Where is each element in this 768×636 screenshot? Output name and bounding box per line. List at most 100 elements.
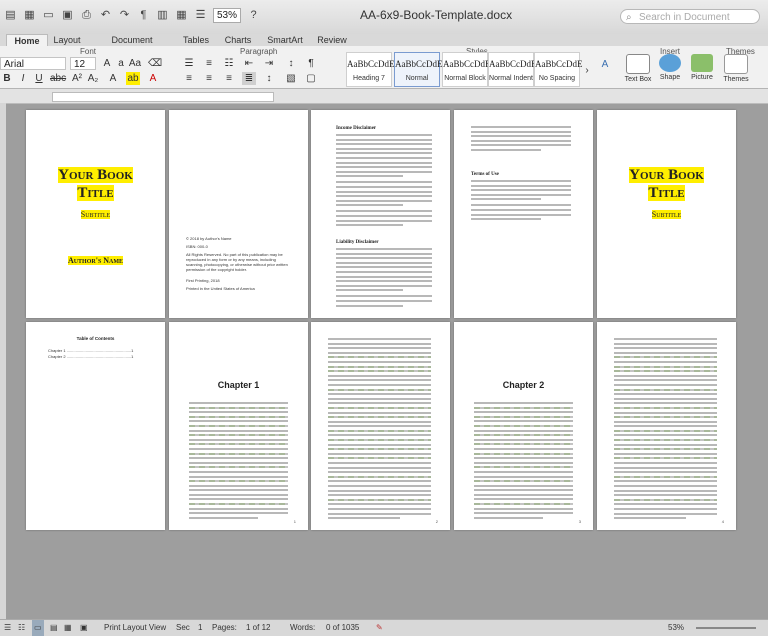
status-bar: ☰ ☷ ▭ ▤ ▦ ▣ Print Layout View Sec 1 Page… [0, 619, 768, 636]
decrease-indent-icon[interactable]: ⇤ [242, 57, 256, 70]
view-name: Print Layout View [104, 623, 167, 632]
author-name: Author's Name [67, 256, 124, 265]
book-title-line1: Your Book [629, 167, 704, 183]
undo-icon[interactable]: ↶ [99, 9, 112, 22]
show-marks-icon[interactable]: ¶ [304, 57, 318, 70]
shrink-font-icon[interactable]: a [114, 57, 128, 70]
isbn-line: ISBN: 000-0 [186, 244, 208, 249]
paragraph-marks-icon[interactable]: ¶ [137, 9, 150, 22]
book-title-line2: Title [77, 185, 114, 201]
zoom-field[interactable]: 53% [213, 8, 242, 23]
bold-icon[interactable]: B [0, 72, 14, 85]
page-title-repeat[interactable]: Your Book Title Subtitle [597, 110, 736, 318]
page-toc[interactable]: Table of Contents Chapter 1 ............… [26, 322, 165, 530]
insert-text-box[interactable]: Text Box [624, 54, 652, 83]
style-normal-block[interactable]: AaBbCcDdE Normal Block [442, 52, 491, 87]
print-layout-view-icon[interactable]: ▭ [32, 620, 44, 636]
highlight-icon[interactable]: ab [126, 72, 140, 85]
sidebar-icon[interactable]: ▤ [4, 9, 17, 22]
shading-icon[interactable]: ▧ [284, 72, 298, 85]
insert-label: Text Box [624, 76, 652, 83]
tab-document-elements[interactable]: Document Elements [92, 34, 172, 57]
liability-disclaimer-heading: Liability Disclaimer [336, 240, 379, 245]
sort-icon[interactable]: ↕ [284, 57, 298, 70]
print-icon[interactable]: ⎙ [80, 9, 93, 22]
horizontal-ruler[interactable] [0, 89, 768, 104]
tab-layout[interactable]: Layout [50, 34, 84, 46]
tab-charts[interactable]: Charts [220, 34, 256, 46]
font-color-icon[interactable]: A [146, 72, 160, 85]
bullets-icon[interactable]: ☰ [182, 57, 196, 70]
vertical-ruler[interactable] [0, 103, 6, 619]
toc-entry-1[interactable]: Chapter 1 ..............................… [48, 348, 133, 353]
text-effects-icon[interactable]: A [106, 72, 120, 85]
strikethrough-icon[interactable]: abc [50, 72, 66, 85]
save-icon[interactable]: ▣ [61, 9, 74, 22]
style-name: Normal [405, 75, 429, 82]
page-chapter-1[interactable]: Chapter 1 1 [169, 322, 308, 530]
subscript-icon[interactable]: A₂ [86, 72, 100, 85]
book-subtitle: Subtitle [651, 210, 682, 219]
page-title[interactable]: Your Book Title Subtitle Author's Name [26, 110, 165, 318]
publishing-view-icon[interactable]: ▦ [64, 620, 72, 636]
outline-view-icon[interactable]: ☷ [18, 620, 25, 636]
underline-icon[interactable]: U [32, 72, 46, 85]
toc-entry-2[interactable]: Chapter 2 ..............................… [48, 354, 133, 359]
superscript-icon[interactable]: A² [70, 72, 84, 85]
page-chapter-1-text[interactable]: 2 [311, 322, 450, 530]
copyright-line: © 2018 by Author's Name [186, 236, 232, 241]
words-label: Words: [290, 623, 316, 632]
themes-button[interactable]: Themes [722, 54, 750, 83]
focus-view-icon[interactable]: ▣ [80, 620, 88, 636]
open-icon[interactable]: ▭ [42, 9, 55, 22]
sidebar-toggle-icon[interactable]: ▥ [156, 9, 169, 22]
tab-review[interactable]: Review [314, 34, 350, 46]
page-number: 3 [578, 519, 581, 524]
table-icon[interactable]: ▦ [175, 9, 188, 22]
align-center-icon[interactable]: ≡ [202, 72, 216, 85]
redo-icon[interactable]: ↷ [118, 9, 131, 22]
spelling-icon[interactable]: ✎ [376, 620, 383, 636]
draft-view-icon[interactable]: ☰ [4, 620, 11, 636]
page-chapter-2[interactable]: Chapter 2 3 [454, 322, 593, 530]
style-name: Normal Block [444, 75, 486, 82]
multilevel-icon[interactable]: ☷ [222, 57, 236, 70]
styles-pane-icon[interactable]: A [598, 58, 612, 71]
align-left-icon[interactable]: ≡ [182, 72, 196, 85]
zoom-slider[interactable] [696, 627, 756, 629]
style-no-spacing[interactable]: AaBbCcDdE No Spacing [534, 52, 583, 87]
page-terms[interactable]: Terms of Use [454, 110, 593, 318]
search-input[interactable]: ⌕ Search in Document [620, 9, 760, 24]
insert-shape[interactable]: Shape [656, 54, 684, 81]
font-size-select[interactable]: 12 [70, 57, 96, 70]
tab-smartart[interactable]: SmartArt [262, 34, 308, 46]
notebook-view-icon[interactable]: ▤ [50, 620, 58, 636]
section-value: 1 [198, 623, 203, 632]
book-title-line2: Title [648, 185, 685, 201]
italic-icon[interactable]: I [16, 72, 30, 85]
help-icon[interactable]: ? [247, 9, 260, 22]
style-heading-7[interactable]: AaBbCcDdE Heading 7 [346, 52, 395, 87]
justify-icon[interactable]: ≣ [242, 72, 256, 85]
increase-indent-icon[interactable]: ⇥ [262, 57, 276, 70]
styles-scroll-icon[interactable]: › [580, 64, 594, 77]
page-chapter-2-text[interactable]: 4 [597, 322, 736, 530]
tab-tables[interactable]: Tables [178, 34, 214, 46]
line-spacing-icon[interactable]: ↕ [262, 72, 276, 85]
body-text [189, 402, 288, 521]
new-document-icon[interactable]: ▦ [23, 9, 36, 22]
page-disclaimer[interactable]: Income Disclaimer Liability Disclaimer [311, 110, 450, 318]
grow-font-icon[interactable]: A [100, 57, 114, 70]
style-normal-indent[interactable]: AaBbCcDdE Normal Indent [488, 52, 537, 87]
style-normal[interactable]: AaBbCcDdE Normal [394, 52, 443, 87]
quick-access-toolbar: ▤ ▦ ▭ ▣ ⎙ ↶ ↷ ¶ ▥ ▦ ☰ 53% ? [4, 8, 260, 23]
align-right-icon[interactable]: ≡ [222, 72, 236, 85]
change-case-icon[interactable]: Aa [128, 57, 142, 70]
clear-format-icon[interactable]: ⌫ [148, 57, 162, 70]
borders-icon[interactable]: ▢ [304, 72, 318, 85]
page-copyright[interactable]: © 2018 by Author's Name ISBN: 000-0 All … [169, 110, 308, 318]
numbering-icon[interactable]: ≡ [202, 57, 216, 70]
font-name-select[interactable]: Arial [0, 57, 66, 70]
columns-icon[interactable]: ☰ [194, 9, 207, 22]
insert-picture[interactable]: Picture [688, 54, 716, 81]
